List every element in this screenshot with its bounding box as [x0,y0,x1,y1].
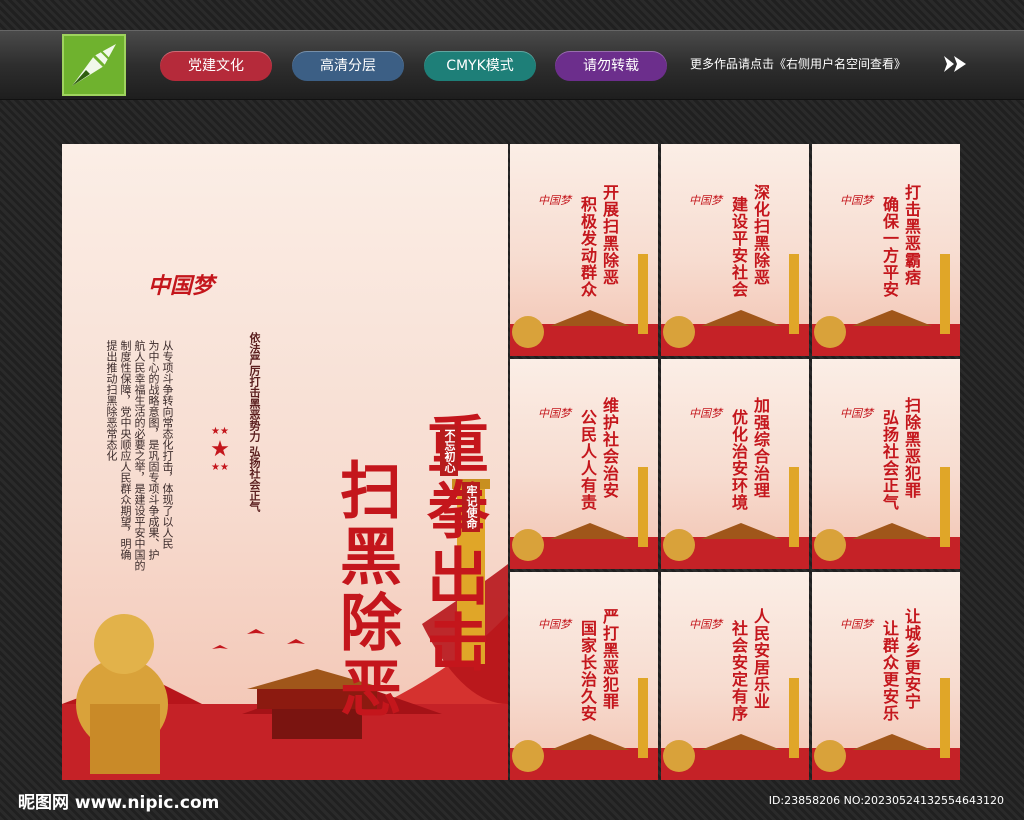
body-line: 从专项斗争转向常态化打击，体现了以人民 [161,340,174,549]
poster-title-line1: 维护社会治安 [600,397,619,499]
tagline-link[interactable]: 更多作品请点击《右侧用户名空间查看》 [690,55,906,72]
poster-title-line2: 让群众更安乐 [880,620,899,722]
tag-button-no-repost[interactable]: 请勿转载 [555,51,667,81]
svg-text:中国梦: 中国梦 [689,194,724,207]
seal-stamp: 不忘初心 [440,426,458,476]
logo-icon [62,34,126,96]
small-poster: 中国梦 人民安居乐业 社会安定有序 [661,572,809,780]
svg-text:中国梦: 中国梦 [840,618,875,631]
body-line: 为中心的战略意图，是巩固专项斗争成果、护 [147,340,160,560]
small-poster: 中国梦 严打黑恶犯罪 国家长治久安 [510,572,658,780]
main-poster: 中国梦 重拳出击 扫黑除恶 依法严厉打击黑恶势力 弘扬社会正气 从专项斗争转向常… [62,144,508,780]
small-poster: 中国梦 加强综合治理 优化治安环境 [661,359,809,569]
poster-title-line1: 人民安居乐业 [751,608,770,710]
poster-title-line2: 优化治安环境 [729,409,748,511]
poster-title-line2: 公民人人有责 [578,409,597,511]
poster-title-line2: 弘扬社会正气 [880,409,899,511]
poster-title-line2: 建设平安社会 [729,196,748,298]
tag-button-party[interactable]: 党建文化 [160,51,272,81]
poster-title-line1: 扫除黑恶犯罪 [902,397,921,499]
poster-title-line1: 深化扫黑除恶 [751,184,770,286]
small-poster: 中国梦 扫除黑恶犯罪 弘扬社会正气 [812,359,960,569]
poster-title-line2: 社会安定有序 [729,620,748,722]
image-id-text: ID:23858206 NO:20230524132554643120 [768,794,1004,807]
body-line: 制度性保障，党中央顺应人民群众期望，明确 [119,340,132,560]
small-poster: 中国梦 维护社会治安 公民人人有责 [510,359,658,569]
main-subtitle: 依法严厉打击黑恶势力 弘扬社会正气 [248,332,261,512]
body-line: 提出推动扫黑除恶常态化 [105,340,118,461]
star-divider-icon: ★★ ★ ★★ [210,426,230,473]
svg-text:中国梦: 中国梦 [689,618,724,631]
poster-title-line2: 确保一方平安 [880,196,899,298]
svg-text:中国梦: 中国梦 [840,194,875,207]
svg-text:中国梦: 中国梦 [840,407,875,420]
double-arrow-icon[interactable] [944,54,970,74]
seal-stamp: 牢记使命 [462,482,480,532]
small-poster: 中国梦 让城乡更安宁 让群众更安乐 [812,572,960,780]
body-line: 航人民幸福生活的必要之举，是建设平安中国的 [133,340,146,571]
svg-text:中国梦: 中国梦 [538,618,573,631]
tag-button-hd[interactable]: 高清分层 [292,51,404,81]
site-watermark: 昵图网 www.nipic.com [18,793,220,813]
svg-text:中国梦: 中国梦 [538,194,573,207]
svg-text:中国梦: 中国梦 [689,407,724,420]
china-dream-logo: 中国梦 [148,273,215,299]
poster-title-line1: 加强综合治理 [751,397,770,499]
small-poster: 中国梦 开展扫黑除恶 积极发动群众 [510,144,658,356]
small-poster: 中国梦 打击黑恶霸痞 确保一方平安 [812,144,960,356]
small-poster: 中国梦 深化扫黑除恶 建设平安社会 [661,144,809,356]
main-title-line2: 扫黑除恶 [329,458,402,722]
poster-title-line1: 开展扫黑除恶 [600,184,619,286]
poster-title-line2: 国家长治久安 [578,620,597,722]
poster-title-line1: 严打黑恶犯罪 [600,608,619,710]
poster-title-line2: 积极发动群众 [578,196,597,298]
tag-button-cmyk[interactable]: CMYK模式 [424,51,536,81]
poster-title-line1: 打击黑恶霸痞 [902,184,921,286]
main-body-text: 从专项斗争转向常态化打击，体现了以人民 为中心的战略意图，是巩固专项斗争成果、护… [104,340,174,576]
svg-text:中国梦: 中国梦 [538,407,573,420]
poster-title-line1: 让城乡更安宁 [902,608,921,710]
